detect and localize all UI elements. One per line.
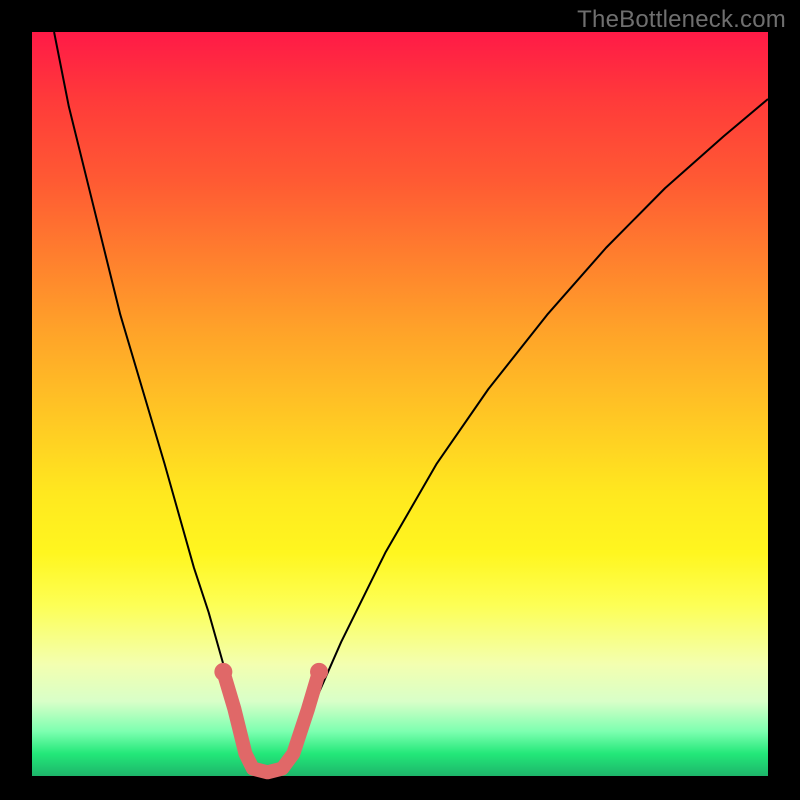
watermark-text: TheBottleneck.com (577, 6, 786, 34)
optimal-band-end-marker (310, 663, 328, 681)
optimal-band (223, 672, 319, 772)
optimal-band-end-marker (214, 663, 232, 681)
bottleneck-curve (54, 32, 768, 776)
chart-frame: TheBottleneck.com (0, 0, 800, 800)
chart-svg (0, 0, 800, 800)
